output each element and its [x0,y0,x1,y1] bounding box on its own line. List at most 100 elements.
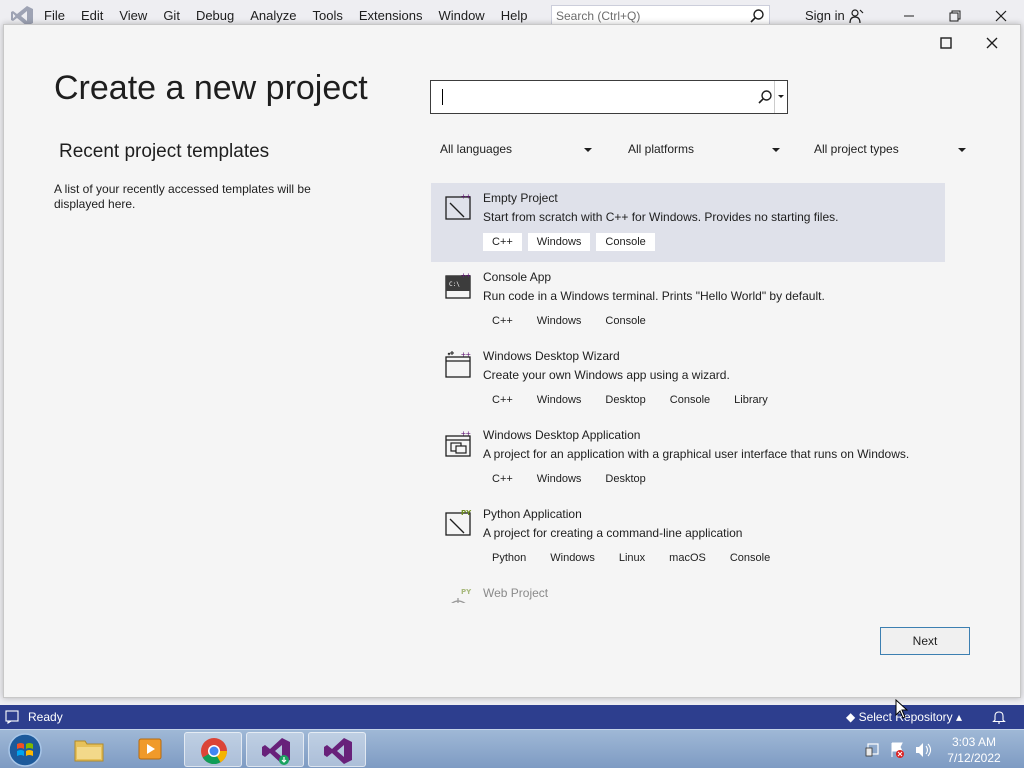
template-tag: Console [729,552,771,564]
system-tray-icons[interactable] [864,740,944,760]
template-name: Web Project [483,586,549,600]
template-description: Run code in a Windows terminal. Prints "… [483,289,825,303]
taskbar-vs-installer[interactable] [246,732,304,767]
git-diamond-icon: ◆ [846,710,856,724]
template-tag: Desktop [605,394,646,406]
template-name: Console App [483,270,552,284]
template-windows-desktop-application[interactable]: ++ Windows Desktop Application A project… [431,420,945,499]
folder-icon [74,740,104,762]
template-tag: Windows [550,552,595,564]
vs-installer-icon [262,738,290,765]
template-tag: Library [734,394,768,406]
taskbar-file-explorer[interactable] [60,732,118,767]
language-filter-value: All languages [440,142,513,156]
template-name: Windows Desktop Wizard [483,349,620,363]
template-tag: Console [669,394,711,406]
desktop-wizard-icon: ++ [445,350,471,378]
template-tag: C++ [483,233,522,251]
maximize-dialog-icon[interactable] [936,33,956,53]
template-tags: C++ Windows Desktop [483,470,655,488]
platform-filter[interactable]: All platforms [628,142,780,164]
media-player-icon [138,738,162,760]
page-title: Create a new project [54,69,368,107]
live-share-icon[interactable] [848,8,864,24]
close-icon [995,10,1007,22]
status-text: Ready [28,710,63,724]
platform-filter-value: All platforms [628,142,695,156]
template-search-input[interactable] [430,80,788,114]
output-window-icon[interactable] [5,710,19,724]
template-tag: C++ [492,473,513,485]
template-list: ++ Empty Project Start from scratch with… [431,183,945,603]
template-tag: macOS [669,552,706,564]
svg-text:++: ++ [461,271,471,280]
chrome-icon [201,738,228,765]
template-description: A project for an application with a grap… [483,447,910,461]
clock-date: 7/12/2022 [947,751,1001,765]
python-application-icon: PY [445,509,472,536]
web-project-icon: PY [451,588,472,603]
template-tag: C++ [492,315,513,327]
template-web-project[interactable]: PY Web Project [431,578,945,603]
visual-studio-icon [324,738,352,764]
template-name: Python Application [483,507,582,521]
windows-taskbar: 3:03 AM 7/12/2022 [0,729,1024,768]
taskbar-chrome[interactable] [184,732,242,767]
mouse-cursor-icon [895,699,909,719]
project-type-filter[interactable]: All project types [814,142,966,164]
search-history-dropdown[interactable] [774,81,787,113]
template-description: Start from scratch with C++ for Windows.… [483,210,839,224]
project-type-filter-value: All project types [814,142,899,156]
template-python-application[interactable]: PY Python Application A project for crea… [431,499,945,578]
template-tags: C++ Windows Console [483,312,655,330]
svg-text:++: ++ [461,429,471,438]
template-tag: Console [605,315,646,327]
template-tag: Desktop [605,473,646,485]
template-tags: C++ Windows Console [483,233,655,251]
template-empty-project[interactable]: ++ Empty Project Start from scratch with… [431,183,945,262]
search-icon [750,9,764,23]
taskbar-visual-studio[interactable] [308,732,366,767]
template-windows-desktop-wizard[interactable]: ++ Windows Desktop Wizard Create your ow… [431,341,945,420]
template-tag: Windows [536,473,582,485]
template-tag: Linux [618,552,646,564]
notifications-bell-icon[interactable] [991,709,1007,725]
chevron-down-icon [584,148,592,152]
restore-icon [949,10,961,22]
template-tag: Console [596,233,655,251]
minimize-icon [904,15,914,17]
chevron-down-icon [772,148,780,152]
template-tag: Windows [527,233,591,251]
console-app-icon: C:\ ++ [445,271,471,299]
clock-time: 3:03 AM [951,735,997,749]
svg-text:++: ++ [461,350,471,359]
create-project-dialog: Create a new project Recent project temp… [3,24,1021,698]
template-tags: Python Windows Linux macOS Console [483,549,779,567]
svg-text:C:\: C:\ [449,281,460,288]
desktop-application-icon: ++ [445,429,471,457]
next-button[interactable]: Next [880,627,970,655]
recent-templates-heading: Recent project templates [59,141,270,162]
svg-text:PY: PY [461,588,472,596]
taskbar-media-player[interactable] [122,732,180,767]
template-description: A project for creating a command-line ap… [483,526,743,540]
recent-templates-description: A list of your recently accessed templat… [54,182,311,211]
template-tag: Windows [536,394,582,406]
template-description: Create your own Windows app using a wiza… [483,368,730,382]
template-name: Empty Project [483,191,558,205]
template-console-app[interactable]: C:\ ++ Console App Run code in a Windows… [431,262,945,341]
chevron-up-icon: ▴ [955,710,962,724]
global-search-placeholder: Search (Ctrl+Q) [556,9,641,23]
template-tag: Windows [536,315,582,327]
start-button-icon[interactable] [6,732,44,768]
text-caret [442,89,443,105]
template-tag: Python [492,552,527,564]
status-bar: Ready ◆ Select Repository ▴ [0,705,1024,729]
empty-project-icon: ++ [445,192,471,220]
global-search-input[interactable]: Search (Ctrl+Q) [551,5,770,26]
language-filter[interactable]: All languages [440,142,592,164]
close-dialog-icon[interactable] [982,33,1002,53]
template-name: Windows Desktop Application [483,428,641,442]
chevron-down-icon [958,148,966,152]
taskbar-clock[interactable]: 3:03 AM 7/12/2022 [944,734,1004,766]
